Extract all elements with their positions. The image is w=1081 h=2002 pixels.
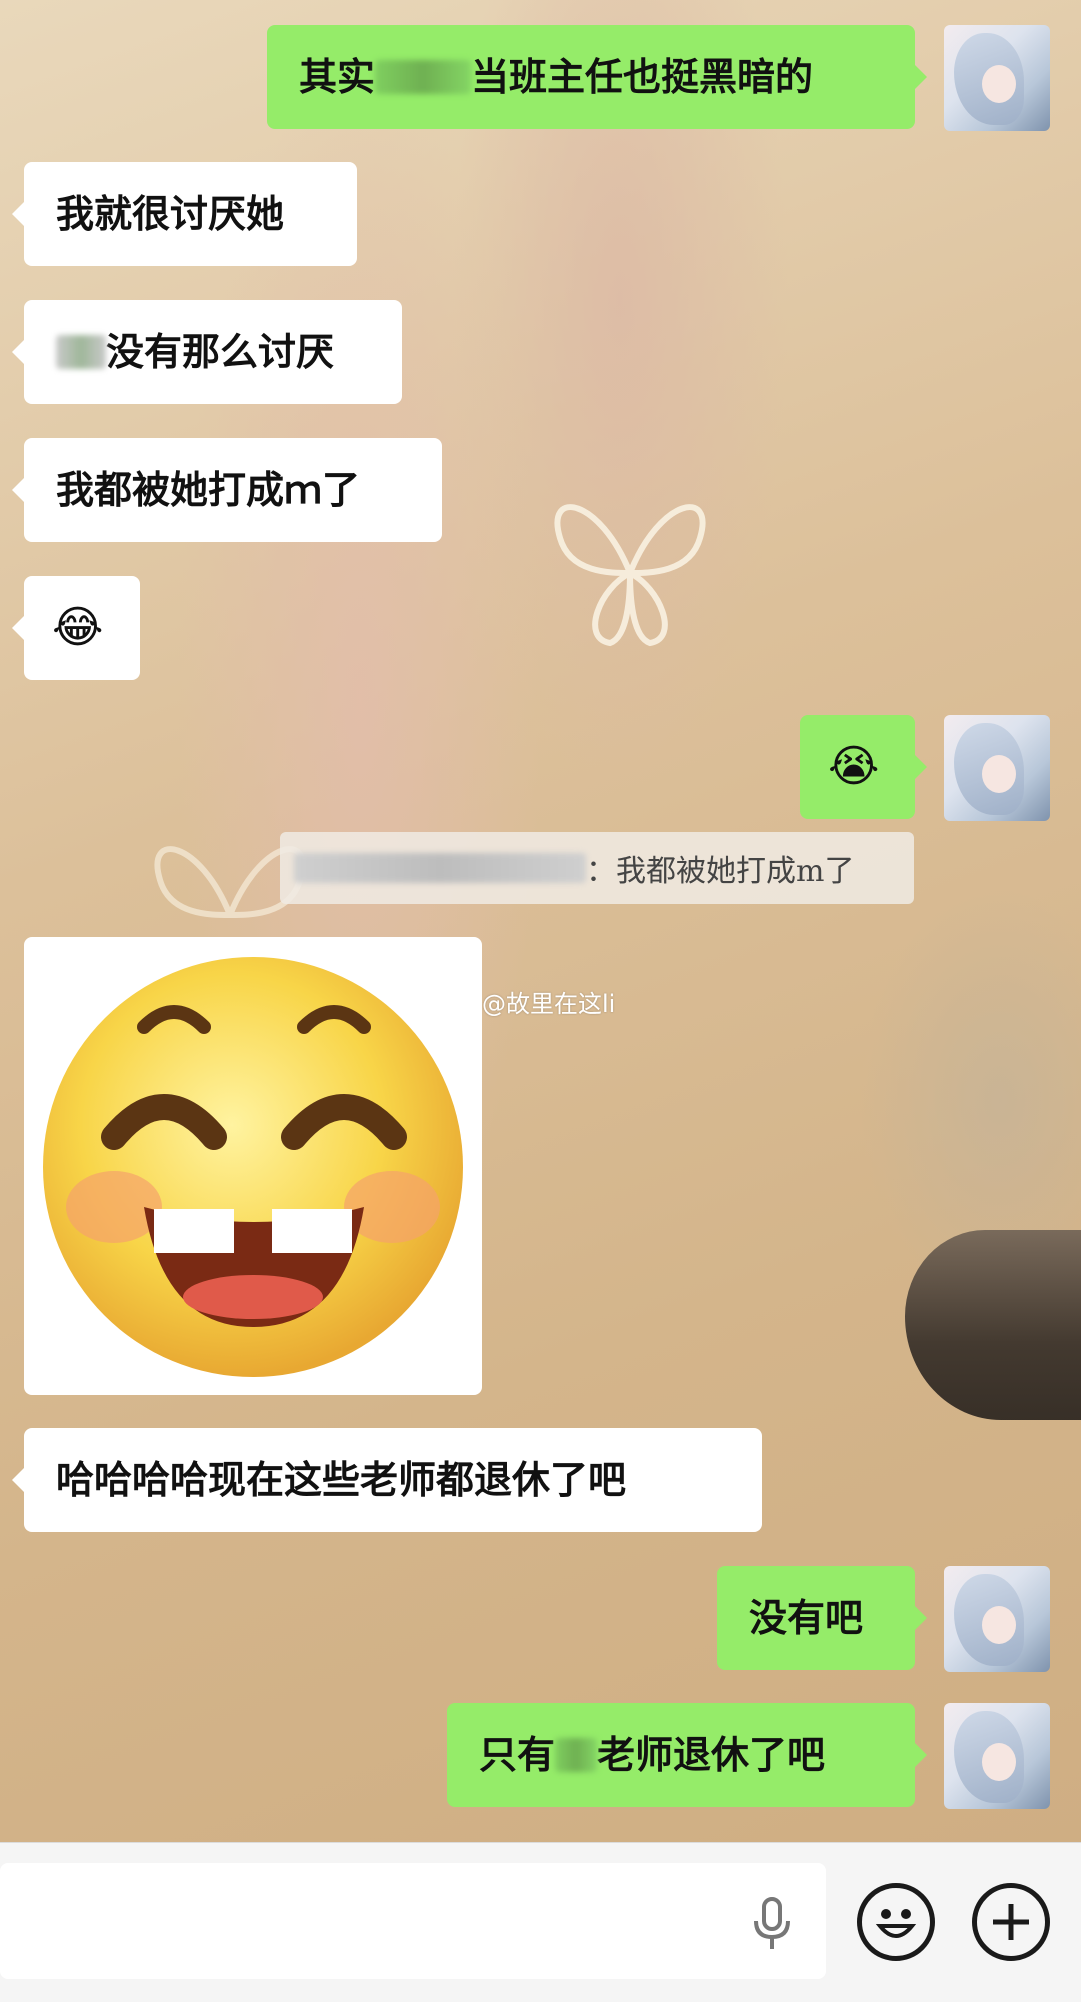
message-text: 我都被她打成ｍ了: [56, 467, 361, 512]
quoted-message[interactable]: ：我都被她打成m了: [280, 832, 914, 904]
tears-of-joy-icon: 😂: [52, 602, 104, 653]
more-button[interactable]: [972, 1883, 1050, 1961]
redacted-text: [294, 853, 586, 883]
input-bar: [0, 1842, 1081, 2002]
crying-face-icon: 😭: [828, 741, 880, 792]
avatar[interactable]: [944, 715, 1050, 821]
quote-text: ：我都被她打成m了: [586, 854, 855, 889]
message-text: 哈哈哈哈现在这些老师都退休了吧: [56, 1457, 627, 1502]
emoji-button[interactable]: [857, 1883, 935, 1961]
laughing-face-sticker-icon: [43, 957, 463, 1377]
message-text: 当班主任也挺黑暗的: [471, 54, 814, 99]
message-text: 只有: [479, 1732, 556, 1777]
message-bubble-received[interactable]: 哈哈哈哈现在这些老师都退休了吧: [12, 1428, 762, 1532]
message-bubble-received[interactable]: 😂: [12, 576, 140, 680]
message-bubble-received[interactable]: 我就很讨厌她: [12, 162, 357, 266]
smiley-icon: [875, 1909, 917, 1938]
redacted-text: [555, 1738, 598, 1772]
message-bubble-sent[interactable]: 😭: [800, 715, 927, 819]
avatar[interactable]: [944, 1703, 1050, 1809]
avatar[interactable]: [944, 1566, 1050, 1672]
plus-icon: [993, 1904, 1029, 1940]
message-text: 我就很讨厌她: [56, 191, 285, 236]
message-bubble-received[interactable]: 没有那么讨厌: [12, 300, 402, 404]
redacted-text: [56, 335, 106, 369]
weibo-icon: [440, 990, 474, 1015]
message-text: 其实: [299, 54, 376, 99]
microphone-icon[interactable]: [752, 1897, 792, 1951]
message-bubble-received[interactable]: 我都被她打成ｍ了: [12, 438, 442, 542]
message-text: 没有吧: [749, 1595, 864, 1640]
message-input[interactable]: [0, 1863, 826, 1979]
message-text: 没有那么讨厌: [106, 329, 335, 374]
butterfly-decoration: [554, 504, 706, 647]
watermark-text: @故里在这li: [482, 990, 616, 1018]
watermark: @故里在这li: [440, 984, 615, 1019]
avatar[interactable]: [944, 25, 1050, 131]
redacted-text: [375, 60, 472, 94]
message-text: 老师退休了吧: [597, 1732, 826, 1777]
message-bubble-sent[interactable]: 其实 当班主任也挺黑暗的: [267, 25, 927, 129]
message-bubble-sent[interactable]: 没有吧: [717, 1566, 927, 1670]
sticker-message[interactable]: [24, 937, 482, 1395]
message-bubble-sent[interactable]: 只有 老师退休了吧: [447, 1703, 927, 1807]
